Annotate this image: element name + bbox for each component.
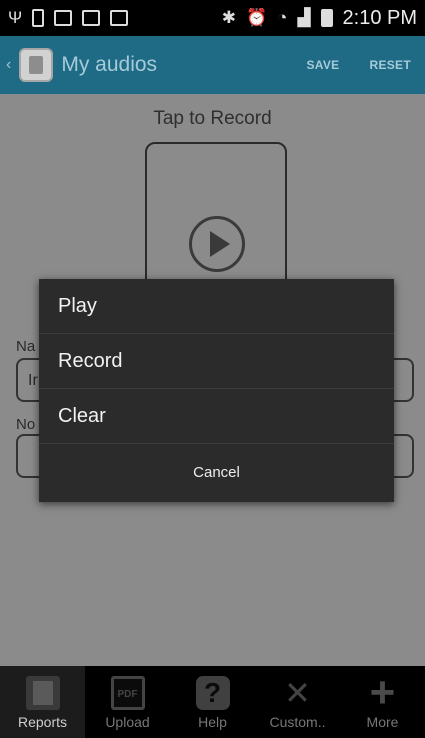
battery-saver-icon (32, 9, 45, 27)
pdf-icon: PDF (110, 676, 145, 710)
status-bar: Ψ ✱ ⏰ ◔ ▟ 2:10 PM (0, 0, 425, 36)
help-icon: ? (195, 676, 230, 710)
tap-to-record-label: Tap to Record (153, 108, 272, 129)
nav-label: Upload (105, 714, 150, 730)
back-chevron-icon[interactable]: ‹ (6, 56, 11, 74)
action-bar: ‹ My audios SAVE RESET (0, 36, 425, 94)
page-title[interactable]: My audios (61, 53, 157, 77)
nav-label: Custom.. (269, 714, 326, 730)
bluetooth-icon: ✱ (221, 8, 236, 27)
play-icon (189, 216, 245, 272)
notes-label: No (16, 416, 36, 433)
nav-item-upload[interactable]: PDF Upload (85, 666, 170, 738)
usb-icon: Ψ (8, 8, 23, 27)
image-icon (54, 10, 73, 26)
voicemail-icon (82, 10, 101, 26)
clear-option[interactable]: Clear (39, 389, 394, 444)
alarm-icon: ⏰ (245, 8, 268, 27)
cancel-button[interactable]: Cancel (39, 444, 394, 500)
clock: 2:10 PM (342, 6, 417, 29)
gmail-icon (110, 10, 129, 26)
nav-item-custom[interactable]: ✕ Custom.. (255, 666, 340, 738)
signal-icon: ▟ (297, 8, 311, 27)
app-logo-icon[interactable] (19, 48, 54, 82)
audio-options-dialog: Play Record Clear Cancel (39, 279, 394, 502)
nav-label: Reports (17, 714, 68, 730)
name-label: Na (16, 338, 36, 355)
nav-item-more[interactable]: + More (340, 666, 425, 738)
play-option[interactable]: Play (39, 279, 394, 334)
wifi-icon: ◔ (277, 8, 288, 27)
battery-icon (320, 9, 333, 27)
name-field-value: Ir (28, 372, 38, 389)
save-button[interactable]: SAVE (306, 58, 339, 72)
tools-icon: ✕ (284, 675, 311, 711)
nav-item-reports[interactable]: Reports (0, 666, 85, 738)
plus-icon: + (369, 668, 396, 717)
record-option[interactable]: Record (39, 334, 394, 389)
reset-button[interactable]: RESET (369, 58, 411, 72)
reports-icon (25, 676, 60, 710)
nav-label: Help (198, 714, 227, 730)
bottom-nav: Reports PDF Upload ? Help ✕ Custom.. + M… (0, 666, 425, 738)
nav-item-help[interactable]: ? Help (170, 666, 255, 738)
record-button[interactable] (145, 142, 287, 292)
